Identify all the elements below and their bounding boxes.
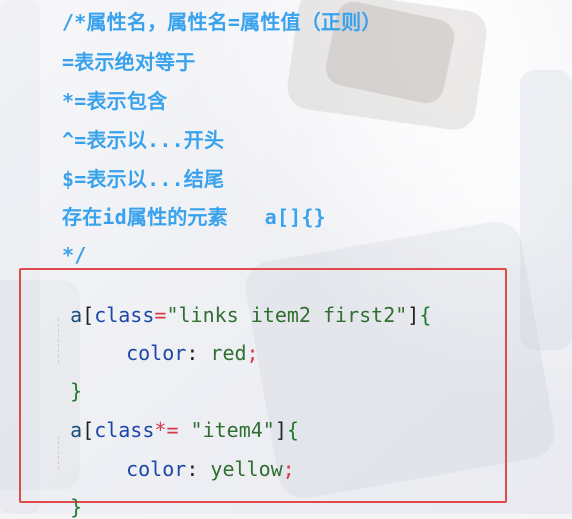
comment-line: */ bbox=[62, 243, 87, 267]
css-bracket-open: [ bbox=[82, 418, 95, 442]
code-line-selector: a[class="links item2 first2"]{ bbox=[46, 285, 431, 325]
comment-line: 存在id属性的元素 a[]{} bbox=[62, 205, 326, 229]
css-property-name: color bbox=[126, 341, 187, 365]
css-semicolon: ; bbox=[282, 457, 295, 481]
comment-line: $=表示以...结尾 bbox=[62, 167, 225, 191]
comment-line: *=表示包含 bbox=[62, 89, 168, 113]
css-selector-tag: a bbox=[70, 418, 83, 442]
code-line-close: } bbox=[46, 477, 82, 517]
css-colon: : bbox=[186, 341, 199, 365]
css-space bbox=[198, 341, 210, 365]
css-brace-open: { bbox=[419, 303, 432, 327]
code-line-declaration: color: red; bbox=[102, 323, 259, 365]
comment-line: /*属性名，属性名=属性值（正则） bbox=[62, 10, 382, 34]
comment-line: =表示绝对等于 bbox=[62, 50, 196, 74]
code-line-close: } bbox=[46, 361, 82, 401]
css-property-value: red bbox=[210, 341, 247, 365]
code-line-selector: a[class*= "item4"]{ bbox=[46, 400, 299, 440]
comment-line: ^=表示以...开头 bbox=[62, 128, 225, 152]
css-property-name: color bbox=[126, 457, 187, 481]
css-bracket-close: ] bbox=[407, 303, 420, 327]
css-property-value: yellow bbox=[210, 457, 283, 481]
css-bracket-open: [ bbox=[82, 303, 95, 327]
css-semicolon: ; bbox=[246, 341, 259, 365]
css-space bbox=[198, 457, 210, 481]
css-brace-close: } bbox=[70, 495, 83, 519]
code-line-declaration: color: yellow; bbox=[102, 439, 295, 479]
css-selector-tag: a bbox=[70, 303, 83, 327]
css-colon: : bbox=[186, 457, 199, 481]
